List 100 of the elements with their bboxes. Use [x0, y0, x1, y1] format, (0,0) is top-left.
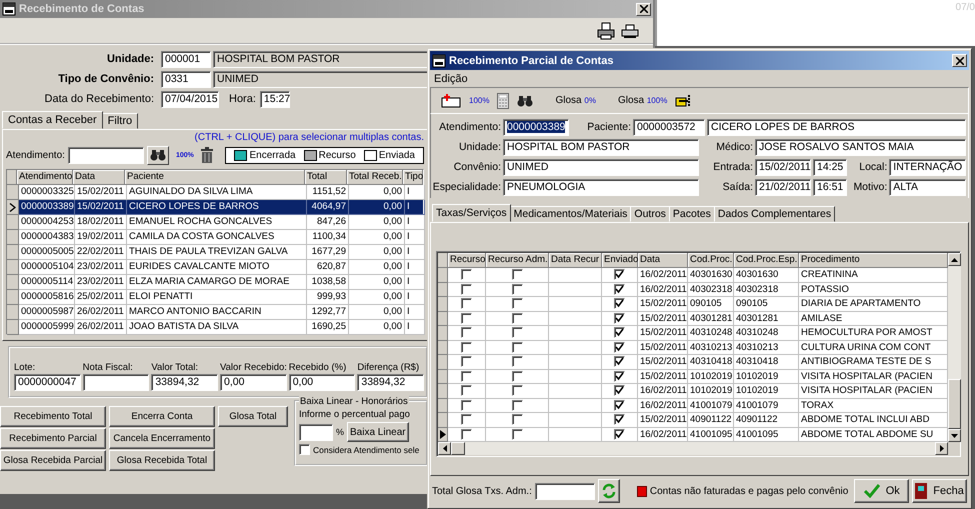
row-header[interactable] — [7, 200, 19, 215]
table-row[interactable]: 0000005816 25/02/2011 ELOI PENATTI 999,93 0,00 I — [7, 290, 423, 305]
input-field[interactable]: JOSE ROSALVO SANTOS MAIA — [755, 138, 966, 156]
ok-button[interactable]: Ok — [854, 479, 910, 503]
scrollbar-thumb[interactable] — [948, 379, 961, 429]
column-header[interactable]: Recurso — [448, 253, 486, 268]
search-field[interactable] — [68, 146, 144, 164]
input-field[interactable]: INTERNAÇÃO — [889, 158, 966, 176]
binoculars-icon[interactable] — [517, 94, 534, 106]
input-field[interactable]: 0000003572 — [633, 118, 705, 136]
checkbox[interactable] — [461, 385, 472, 396]
checkbox[interactable] — [461, 370, 472, 382]
tab[interactable]: Outros — [630, 206, 670, 222]
search-button[interactable] — [146, 146, 169, 164]
column-header[interactable]: Atendimento — [17, 170, 73, 185]
action-button[interactable]: Glosa Recebida Total — [109, 450, 215, 471]
time-field[interactable]: 14:25 — [813, 158, 848, 176]
input-field[interactable]: 0000003389 — [503, 118, 569, 136]
table-row[interactable]: 0000004253 18/02/2011 EMANUEL ROCHA GONCALVES 847,26 0,00 I — [7, 215, 423, 230]
action-button[interactable]: Encerra Conta — [109, 406, 215, 427]
table-row[interactable]: 0000005114 23/02/2011 ELZA MARIA CAMARGO DE MORAE 1038,58 0,00 I — [7, 275, 423, 290]
printer-icon[interactable] — [621, 22, 639, 40]
checkbox[interactable] — [512, 298, 522, 310]
checkbox[interactable] — [461, 327, 472, 338]
action-button[interactable]: Cancela Encerramento — [109, 428, 215, 449]
checkbox[interactable] — [461, 284, 472, 295]
checkbox[interactable] — [512, 312, 522, 324]
checkbox[interactable] — [461, 428, 472, 440]
checkbox[interactable] — [461, 414, 472, 426]
action-button[interactable]: Glosa Total — [218, 406, 288, 427]
input-field[interactable]: CICERO LOPES DE BARROS — [707, 118, 966, 136]
printer-icon[interactable] — [597, 22, 615, 40]
checkbox[interactable] — [512, 269, 522, 280]
table-row[interactable]: 0000005005 22/02/2011 THAIS DE PAULA TREVIZAN GALVA 1677,29 0,00 I — [7, 245, 423, 260]
tab[interactable]: Contas a Receber — [2, 111, 103, 129]
checkbox[interactable] — [512, 342, 522, 353]
input-field[interactable] — [534, 482, 596, 500]
refresh-button[interactable] — [598, 479, 620, 503]
column-header[interactable]: Data Recur — [549, 253, 602, 268]
checkbox[interactable] — [614, 428, 625, 440]
menu-item[interactable]: Edição — [434, 72, 468, 84]
input-field[interactable]: ALTA — [889, 178, 966, 196]
row-header[interactable] — [438, 428, 448, 442]
checkbox[interactable] — [614, 414, 625, 426]
percent-field[interactable] — [299, 424, 333, 440]
table-row[interactable]: 0000004383 19/02/2011 CAMILA DA COSTA GONCALVES 1100,34 0,00 I — [7, 230, 423, 245]
glosa-button[interactable]: Glosa 0% — [555, 95, 596, 106]
time-field[interactable]: 15:27 — [260, 90, 290, 108]
action-button[interactable]: Glosa Recebida Parcial — [0, 450, 106, 471]
close-button[interactable] — [952, 54, 967, 67]
time-field[interactable]: 16:51 — [813, 178, 848, 196]
checkbox[interactable] — [461, 312, 472, 324]
column-header[interactable]: Recurso Adm. — [486, 253, 549, 268]
horizontal-scrollbar[interactable] — [438, 442, 948, 455]
checkbox[interactable] — [512, 284, 522, 295]
input-field[interactable]: 000001 — [161, 50, 211, 68]
column-header[interactable]: Cod.Proc. — [688, 253, 734, 268]
date-field[interactable]: 21/02/2011 — [755, 178, 811, 196]
column-header[interactable]: Total — [305, 170, 347, 185]
vertical-scrollbar[interactable] — [948, 253, 961, 442]
column-header[interactable]: Cod.Proc.Esp. — [734, 253, 799, 268]
percent-button[interactable]: 100% — [469, 96, 490, 105]
table-row[interactable]: 0000005987 26/02/2011 MARCO ANTONIO BACCARIN 1292,77 0,00 I — [7, 305, 423, 320]
checkbox[interactable] — [614, 400, 625, 411]
checkbox[interactable] — [461, 356, 472, 368]
input-field[interactable] — [82, 374, 150, 391]
checkbox[interactable] — [512, 414, 522, 426]
hand-folder-icon[interactable] — [675, 94, 692, 108]
input-field[interactable]: 0000000047 — [14, 374, 81, 391]
tab[interactable]: Taxas/Serviços — [432, 204, 511, 222]
checkbox[interactable] — [299, 444, 310, 455]
column-header[interactable]: Enviado — [602, 253, 638, 268]
calculator-icon[interactable] — [497, 92, 510, 108]
checkbox[interactable] — [614, 370, 625, 382]
table-row[interactable]: 0000003325 15/02/2011 AGUINALDO DA SILVA LIMA 1151,52 0,00 I — [7, 185, 423, 200]
checkbox[interactable] — [614, 312, 625, 324]
tab[interactable]: Dados Complementares — [714, 206, 836, 222]
checkbox[interactable] — [512, 327, 522, 338]
input-field[interactable]: UNIMED — [503, 158, 699, 176]
column-header[interactable]: Procedimento — [799, 253, 948, 268]
input-field[interactable]: 0,00 — [220, 374, 287, 391]
input-field[interactable]: PNEUMOLOGIA — [503, 178, 699, 196]
input-field[interactable]: 0331 — [161, 70, 211, 88]
checkbox[interactable] — [461, 342, 472, 353]
action-button[interactable]: Recebimento Parcial — [0, 428, 106, 449]
column-header[interactable]: Data — [73, 170, 125, 185]
checkbox[interactable] — [461, 400, 472, 411]
trash-icon[interactable] — [200, 147, 213, 163]
checkbox[interactable] — [614, 269, 625, 280]
glosa-button[interactable]: Glosa 100% — [618, 95, 668, 106]
action-button[interactable]: Recebimento Total — [0, 406, 106, 427]
date-field[interactable]: 07/04/2015 — [161, 90, 219, 108]
close-button[interactable] — [636, 2, 651, 16]
table-row[interactable]: 0000005104 23/02/2011 EURIDES CAVALCANTE MIOTO 620,87 0,00 I — [7, 260, 423, 275]
input-field[interactable]: 33894,32 — [357, 374, 424, 391]
column-header[interactable]: Paciente — [125, 170, 305, 185]
checkbox[interactable] — [512, 428, 522, 440]
checkbox[interactable] — [614, 342, 625, 353]
tab[interactable]: Pacotes — [668, 206, 715, 222]
date-field[interactable]: 15/02/2011 — [755, 158, 811, 176]
